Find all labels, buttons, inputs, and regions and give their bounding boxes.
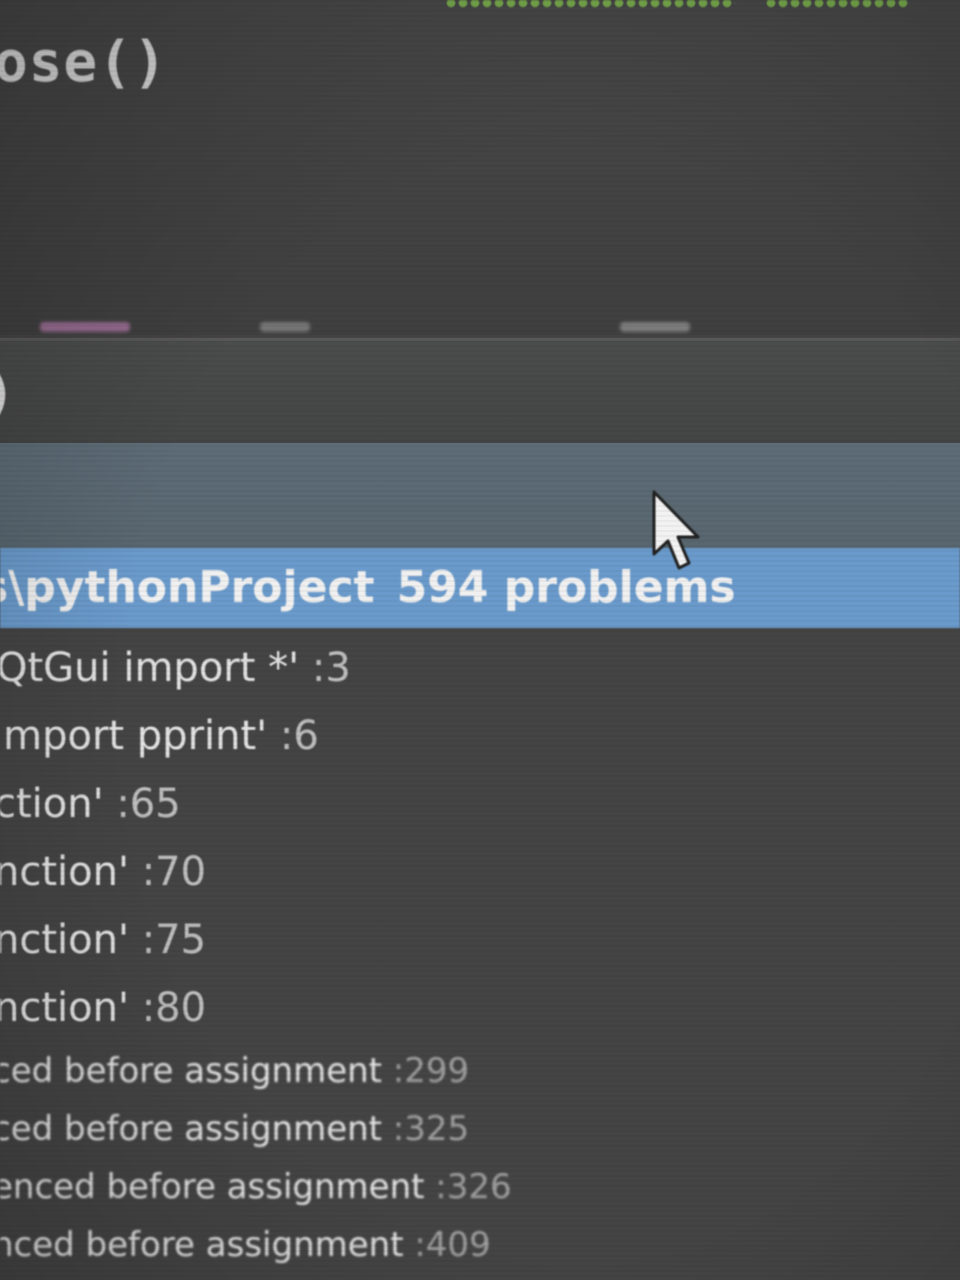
problem-item[interactable]: nced before assignment :409 [0, 1216, 960, 1274]
problem-item[interactable]: nction' :80 [0, 974, 960, 1042]
problem-line: :65 [116, 781, 181, 827]
code-fragment [40, 322, 130, 332]
problem-item[interactable]: nction' :75 [0, 906, 960, 974]
problem-line: :70 [141, 849, 207, 895]
problem-text: import pprint' [0, 713, 280, 759]
problem-item[interactable]: import pprint' :6 [0, 702, 960, 770]
panel-toolbar[interactable] [0, 443, 960, 549]
problem-text: enced before assignment [0, 1167, 436, 1207]
problem-text: ced before assignment [0, 1051, 393, 1091]
problem-item[interactable]: QtGui import *' :3 [0, 634, 960, 702]
problem-line: :3 [311, 645, 351, 691]
problem-text: QtGui import *' [0, 645, 312, 691]
problems-tree[interactable]: s\pythonProject 594 problems QtGui import… [0, 548, 960, 1274]
code-line: ose() [0, 30, 168, 95]
problem-item[interactable]: ced before assignment :299 [0, 1042, 960, 1100]
tree-row-project[interactable]: s\pythonProject 594 problems [0, 548, 960, 628]
mouse-pointer-icon [652, 490, 700, 570]
header-fragment: ) [0, 361, 16, 426]
problem-text: nction' [0, 985, 142, 1031]
problem-text: ced before assignment [0, 1109, 393, 1149]
problem-line: :325 [392, 1109, 470, 1149]
problem-line: :80 [141, 985, 207, 1031]
code-fragment [260, 322, 310, 332]
blurred-code-fragments [30, 318, 730, 335]
problem-item[interactable]: enced before assignment :326 [0, 1158, 960, 1216]
problem-line: :75 [141, 917, 207, 963]
problem-line: :326 [435, 1167, 512, 1207]
problem-text: nction' [0, 917, 142, 963]
problem-line: :299 [392, 1051, 470, 1091]
project-path: s\pythonProject [0, 562, 375, 613]
panel-header: ) [0, 341, 960, 443]
problem-item[interactable]: nction' :70 [0, 838, 960, 906]
code-fragment [620, 322, 690, 332]
problem-line: :6 [279, 713, 319, 759]
problem-item[interactable]: ced before assignment :325 [0, 1100, 960, 1158]
problem-line: :409 [414, 1225, 491, 1265]
problem-text: nced before assignment [0, 1225, 415, 1265]
problem-text: nction' [0, 849, 142, 895]
warning-squiggle [765, 0, 910, 14]
code-editor[interactable]: ose() [0, 0, 960, 335]
screen: ose() ) s\pythonProject594 problems QtGu… [0, 0, 960, 1280]
problem-text: ction' [0, 781, 117, 827]
problems-panel: ) s\pythonProject594 problems QtGui impo… [0, 338, 960, 1280]
problem-item[interactable]: ction' :65 [0, 770, 960, 838]
warning-squiggle [445, 0, 735, 14]
